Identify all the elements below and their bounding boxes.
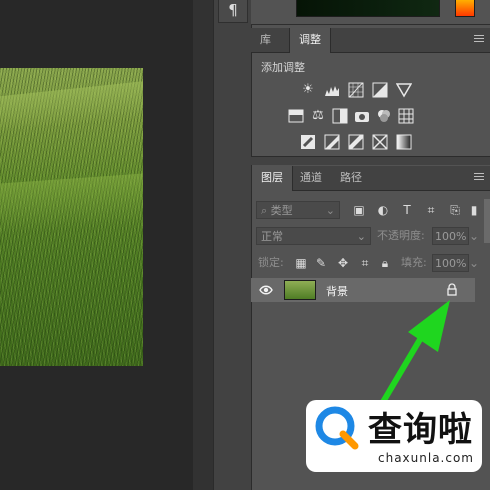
tab-library[interactable]: 库 xyxy=(251,28,280,52)
chevron-down-icon: ⌄ xyxy=(325,204,335,217)
color-lookup-icon[interactable] xyxy=(398,108,414,124)
opacity-dropdown-icon[interactable]: ⌄ xyxy=(469,227,479,245)
opacity-input[interactable]: 100% xyxy=(432,227,469,245)
layer-filter-row: ⌕ 类型 ⌄ ▣ ◐ T ⌗ ⎘ ▮ xyxy=(251,199,484,221)
fill-label: 填充: xyxy=(401,256,427,269)
threshold-icon[interactable] xyxy=(348,134,364,150)
layer-kind-filter[interactable]: ⌕ 类型 ⌄ xyxy=(256,201,340,219)
blend-mode-value: 正常 xyxy=(261,230,283,243)
color-picker-field[interactable] xyxy=(296,0,440,17)
panel-scrollbar[interactable] xyxy=(484,199,490,243)
panel-menu-icon[interactable] xyxy=(474,35,484,45)
invert-icon[interactable] xyxy=(300,134,316,150)
black-white-icon[interactable] xyxy=(332,108,348,124)
fill-input[interactable]: 100% xyxy=(432,254,469,272)
watermark-url: chaxunla.com xyxy=(378,451,474,465)
lock-fill-row: 锁定: ▦ ✎ ✥ ⌗ 🔒︎ 填充: 100% ⌄ xyxy=(251,252,484,274)
lock-transparency-icon[interactable]: ▦ xyxy=(293,254,309,272)
search-icon: ⌕ xyxy=(261,204,271,217)
watermark-title: 查询啦 xyxy=(368,410,473,450)
opacity-label: 不透明度: xyxy=(377,229,425,242)
layers-tabbar: 图层 通道 路径 xyxy=(251,166,490,191)
filter-type-icon[interactable]: T xyxy=(399,201,415,219)
paragraph-panel-button[interactable]: ¶ xyxy=(218,0,248,23)
posterize-icon[interactable] xyxy=(324,134,340,150)
chevron-down-icon: ⌄ xyxy=(356,230,366,243)
selective-color-icon[interactable] xyxy=(372,134,388,150)
hue-swatch[interactable] xyxy=(455,0,475,17)
brightness-contrast-icon[interactable]: ☀ xyxy=(300,82,316,98)
filter-adjustment-icon[interactable]: ◐ xyxy=(375,201,391,219)
tab-layers[interactable]: 图层 xyxy=(251,166,293,191)
fill-dropdown-icon[interactable]: ⌄ xyxy=(469,254,479,272)
panel-menu-icon[interactable] xyxy=(474,173,484,183)
curves-icon[interactable] xyxy=(348,82,364,98)
visibility-eye-icon[interactable] xyxy=(259,283,273,297)
exposure-icon[interactable] xyxy=(372,82,388,98)
vibrance-icon[interactable] xyxy=(288,108,304,124)
channel-mixer-icon[interactable] xyxy=(376,108,392,124)
lock-label: 锁定: xyxy=(258,256,284,269)
tab-paths[interactable]: 路径 xyxy=(331,166,371,190)
layer-name[interactable]: 背景 xyxy=(326,283,348,299)
lock-all-icon[interactable]: 🔒︎ xyxy=(377,254,393,272)
tab-adjustments[interactable]: 调整 xyxy=(289,28,331,53)
filter-toggle-icon[interactable]: ▮ xyxy=(469,201,479,219)
levels-icon[interactable] xyxy=(324,82,340,98)
grass-image xyxy=(0,68,143,366)
filter-smart-object-icon[interactable]: ⎘ xyxy=(447,201,463,219)
dock-gutter xyxy=(193,0,213,490)
color-balance-icon[interactable]: ⚖ xyxy=(310,108,326,124)
adjustment-icon-grid: ☀ ⚖ xyxy=(251,80,490,156)
collapsed-panel-dock xyxy=(213,0,252,490)
blend-mode-select[interactable]: 正常 ⌄ xyxy=(256,227,371,245)
gradient-map-icon[interactable] xyxy=(396,134,412,150)
filter-kind-label: 类型 xyxy=(270,204,293,217)
watermark-logo-icon xyxy=(315,406,359,450)
adjustments-tabbar: 库 调整 xyxy=(251,28,490,53)
filter-shape-icon[interactable]: ⌗ xyxy=(423,201,439,219)
lock-position-icon[interactable]: ✥ xyxy=(335,254,351,272)
gradient-triangle-icon[interactable] xyxy=(395,82,413,98)
tab-channels[interactable]: 通道 xyxy=(291,166,331,190)
layer-thumbnail xyxy=(284,280,316,300)
blend-opacity-row: 正常 ⌄ 不透明度: 100% ⌄ xyxy=(251,225,484,247)
lock-pixels-icon[interactable]: ✎ xyxy=(313,254,329,272)
lock-artboard-icon[interactable]: ⌗ xyxy=(357,254,373,272)
photo-filter-icon[interactable] xyxy=(354,108,370,124)
filter-pixel-icon[interactable]: ▣ xyxy=(351,201,367,219)
add-adjustment-title: 添加调整 xyxy=(261,61,305,74)
panel-divider xyxy=(251,156,490,165)
